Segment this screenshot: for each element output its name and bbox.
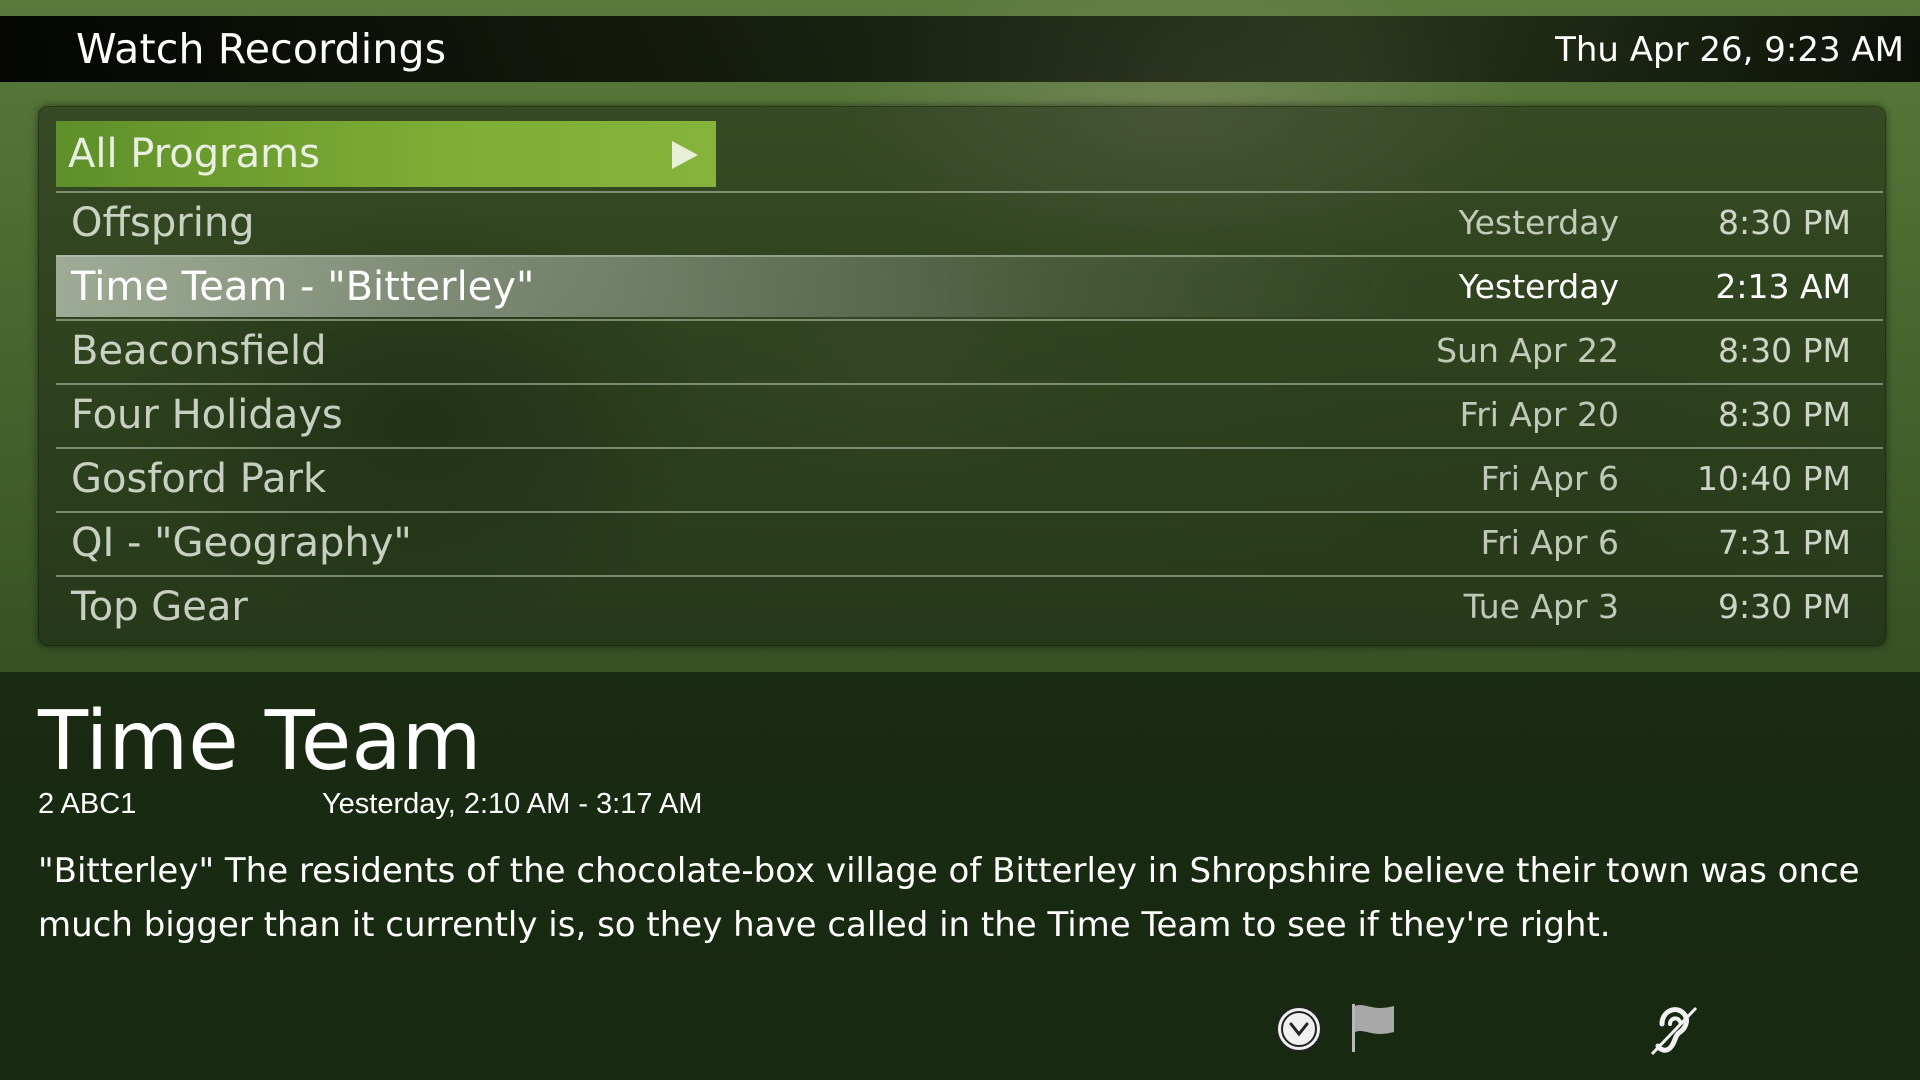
list-item[interactable]: Gosford Park Fri Apr 6 10:40 PM: [56, 447, 1883, 509]
recording-time: 8:30 PM: [1718, 203, 1851, 242]
filter-label: All Programs: [68, 131, 320, 177]
recording-date: Fri Apr 6: [1480, 459, 1619, 498]
channel: 2 ABC1: [38, 788, 137, 820]
recordings-list: All Programs Offspring Yesterday 8:30 PM…: [38, 106, 1886, 646]
recording-title: Time Team - "Bitterley": [71, 264, 535, 310]
recording-title: Top Gear: [71, 584, 248, 630]
recording-date: Fri Apr 20: [1459, 395, 1619, 434]
recording-date: Yesterday: [1458, 203, 1619, 242]
hearing-assistance-icon: [1650, 1006, 1698, 1056]
recording-title: Four Holidays: [71, 392, 343, 438]
airtime: Yesterday, 2:10 AM - 3:17 AM: [322, 788, 703, 820]
clock: Thu Apr 26, 9:23 AM: [1555, 30, 1904, 70]
program-description: "Bitterley" The residents of the chocola…: [38, 851, 1860, 945]
list-item[interactable]: Beaconsfield Sun Apr 22 8:30 PM: [56, 319, 1883, 381]
clock-icon: [1276, 1006, 1322, 1052]
recording-title: Offspring: [71, 200, 255, 246]
list-item[interactable]: Top Gear Tue Apr 3 9:30 PM: [56, 575, 1883, 637]
recording-time: 8:30 PM: [1718, 395, 1851, 434]
recording-time: 8:30 PM: [1718, 331, 1851, 370]
details-panel: Time Team 2 ABC1 Yesterday, 2:10 AM - 3:…: [0, 672, 1920, 1080]
top-bar: Watch Recordings Thu Apr 26, 9:23 AM: [0, 16, 1920, 82]
recording-date: Fri Apr 6: [1480, 523, 1619, 562]
recording-title: Gosford Park: [71, 456, 327, 502]
recording-time: 10:40 PM: [1697, 459, 1851, 498]
recording-time: 2:13 AM: [1715, 267, 1851, 306]
flag-icon: [1352, 1004, 1394, 1052]
play-icon: [672, 141, 698, 169]
list-item[interactable]: Offspring Yesterday 8:30 PM: [56, 191, 1883, 253]
recording-time: 7:31 PM: [1718, 523, 1851, 562]
program-title: Time Team: [38, 694, 482, 789]
list-item-selected[interactable]: Time Team - "Bitterley" Yesterday 2:13 A…: [56, 255, 1883, 317]
recording-title: QI - "Geography": [71, 520, 412, 566]
recording-date: Tue Apr 3: [1463, 587, 1619, 626]
page-title: Watch Recordings: [76, 25, 447, 73]
list-item[interactable]: Four Holidays Fri Apr 20 8:30 PM: [56, 383, 1883, 445]
recording-time: 9:30 PM: [1718, 587, 1851, 626]
recording-title: Beaconsfield: [71, 328, 327, 374]
list-item[interactable]: QI - "Geography" Fri Apr 6 7:31 PM: [56, 511, 1883, 573]
recording-date: Yesterday: [1458, 267, 1619, 306]
all-programs-filter[interactable]: All Programs: [56, 121, 716, 187]
recording-date: Sun Apr 22: [1436, 331, 1619, 370]
